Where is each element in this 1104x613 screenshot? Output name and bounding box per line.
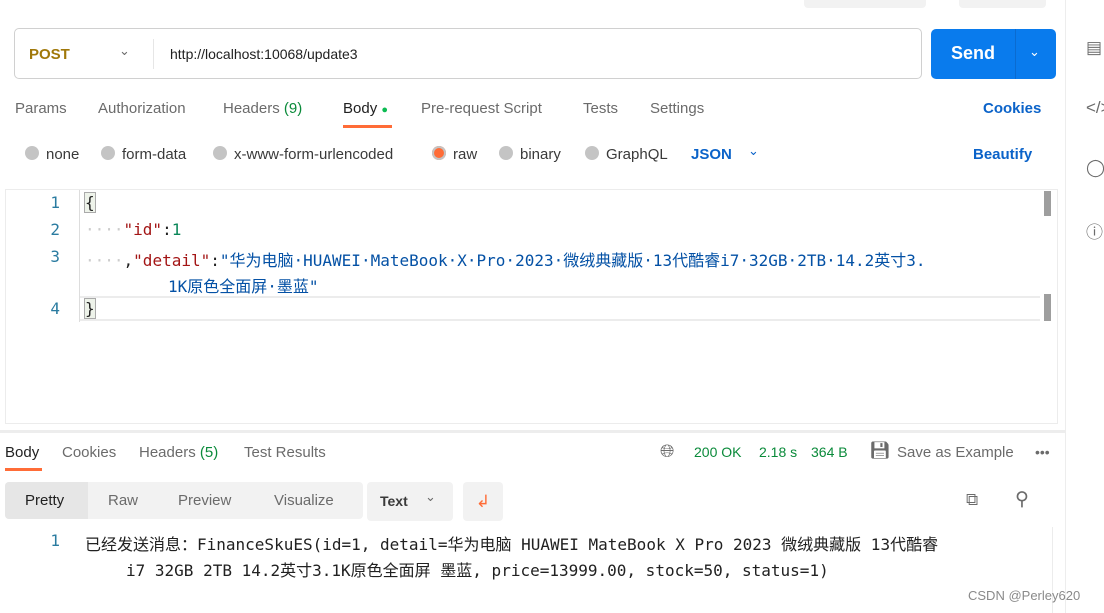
json-value: "华为电脑·HUAWEI·MateBook·X·Pro·2023·微绒典藏版·1… [219,251,926,270]
code-brace: } [84,298,96,319]
radio-graphql[interactable] [585,146,599,160]
tab-pre-request-script[interactable]: Pre-request Script [421,100,542,117]
resp-tab-test-results[interactable]: Test Results [244,444,326,461]
chevron-down-icon[interactable]: ⌄ [748,143,759,159]
comments-icon[interactable]: ▤ [1086,38,1102,58]
radio-none[interactable] [25,146,39,160]
json-value-wrap: 1K原色全面屏·墨蓝" [168,277,319,296]
line-number: 1 [50,531,60,550]
colon: : [162,220,172,239]
radio-label[interactable]: GraphQL [606,146,668,163]
send-button[interactable]: Send ⌄ [931,29,1056,79]
top-button-partial[interactable] [804,0,926,8]
headers-count: (5) [199,444,219,461]
resp-tab-cookies[interactable]: Cookies [62,444,116,461]
cookies-link[interactable]: Cookies [983,100,1041,117]
resp-tab-body[interactable]: Body [5,444,39,461]
resp-tab-headers[interactable]: Headers (5) [139,444,218,461]
active-tab-indicator [5,468,42,471]
radio-form-data[interactable] [101,146,115,160]
code-line: ····"id":1 [85,220,181,239]
lightbulb-icon[interactable]: ◯ [1086,158,1104,178]
chevron-down-icon: ⌄ [425,489,436,504]
url-bar: POST ⌄ http://localhost:10068/update3 [14,28,922,79]
view-pretty[interactable]: Pretty [25,492,64,509]
line-number: 1 [50,193,60,212]
save-icon[interactable]: 💾︎ [869,441,891,461]
code-icon[interactable]: </> [1086,98,1104,118]
active-tab-indicator [343,125,392,128]
status-code[interactable]: 200 OK [694,444,741,460]
radio-raw-selected[interactable] [432,146,446,160]
response-size[interactable]: 364 B [811,444,848,460]
line-number: 4 [50,299,60,318]
url-input[interactable]: http://localhost:10068/update3 [170,46,358,62]
method-select[interactable]: POST [29,46,70,63]
send-label: Send [951,43,996,63]
code-line: ····,"detail":"华为电脑·HUAWEI·MateBook·X·Pr… [85,247,926,271]
gutter-divider [79,190,80,322]
line-number: 3 [50,247,60,266]
radio-label[interactable]: none [46,146,79,163]
radio-label[interactable]: raw [453,146,477,163]
format-label: Text [380,493,408,509]
colon: : [210,251,220,270]
response-text-wrap: i7 32GB 2TB 14.2英寸3.1K原色全面屏 墨蓝, price=13… [126,561,829,580]
top-toggle-partial[interactable] [959,0,1046,8]
tab-tests[interactable]: Tests [583,100,618,117]
active-line-highlight [80,296,1040,321]
comma: , [123,251,134,270]
modified-dot-icon: ● [381,104,389,116]
pane-resizer[interactable] [0,430,1065,433]
format-select[interactable]: JSON [691,146,732,163]
editor-scrollbar[interactable] [1044,191,1051,216]
tab-body[interactable]: Body ● [343,100,388,117]
watermark: CSDN @Perley620 [968,588,1081,603]
tab-label: Headers [223,100,280,117]
response-time[interactable]: 2.18 s [759,444,797,460]
chevron-down-icon[interactable]: ⌄ [119,43,130,59]
divider [1015,29,1016,79]
code-brace: { [84,192,96,213]
radio-label[interactable]: x-www-form-urlencoded [234,146,393,163]
radio-binary[interactable] [499,146,513,160]
json-key: "id" [123,220,163,239]
more-icon[interactable]: ••• [1035,444,1050,460]
chevron-down-icon[interactable]: ⌄ [1029,44,1040,60]
indent: ···· [85,220,124,239]
view-raw[interactable]: Raw [108,492,138,509]
view-visualize[interactable]: Visualize [274,492,334,509]
json-key: "detail" [133,251,211,270]
tab-authorization[interactable]: Authorization [98,100,186,117]
response-text: 已经发送消息：FinanceSkuES(id=1, detail=华为电脑 HU… [85,535,939,554]
response-format-select[interactable]: Text ⌄ [367,482,453,521]
radio-label[interactable]: binary [520,146,561,163]
info-icon[interactable]: ⓘ [1086,218,1103,243]
right-sidebar: ▤ </> ◯ ⓘ [1065,0,1104,613]
globe-icon[interactable]: 🌐︎ [660,441,674,462]
wrap-lines-icon[interactable]: ↲ [463,482,503,521]
headers-count: (9) [283,100,303,117]
search-icon[interactable]: ⚲ [1015,488,1029,511]
json-value: 1 [171,220,182,239]
save-as-example-button[interactable]: Save as Example [897,444,1014,461]
indent: ···· [85,251,124,270]
radio-label[interactable]: form-data [122,146,186,163]
divider [153,39,154,69]
beautify-link[interactable]: Beautify [973,146,1032,163]
tab-headers[interactable]: Headers (9) [223,100,302,117]
line-number: 2 [50,220,60,239]
view-preview[interactable]: Preview [178,492,231,509]
copy-icon[interactable]: ⧉ [966,490,978,510]
editor-scrollbar-marker [1044,294,1051,321]
tab-label: Body [343,100,378,117]
tab-label: Headers [139,444,196,461]
tab-params[interactable]: Params [15,100,67,117]
tab-settings[interactable]: Settings [650,100,704,117]
radio-urlencoded[interactable] [213,146,227,160]
